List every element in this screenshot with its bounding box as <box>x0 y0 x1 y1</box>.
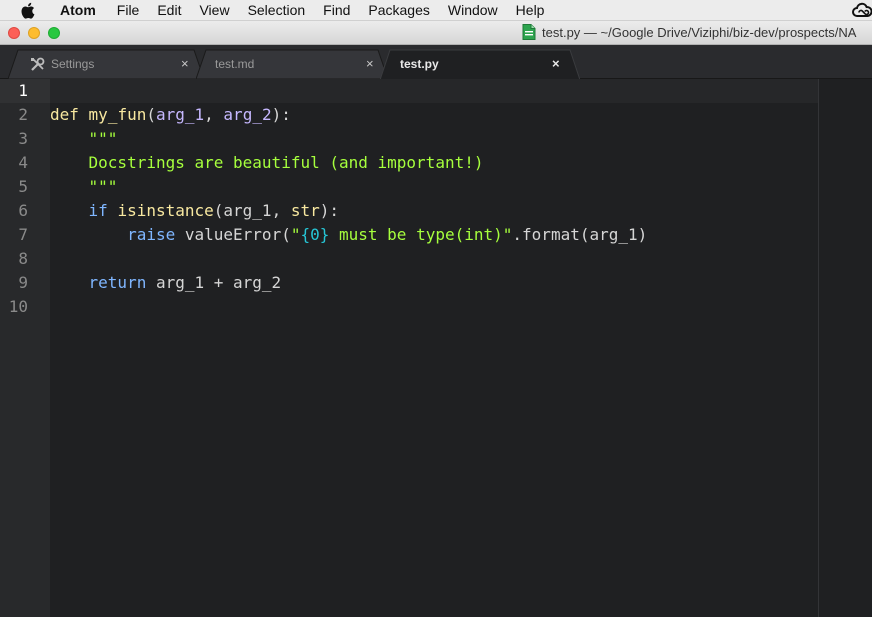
code-line[interactable]: """ <box>50 175 118 199</box>
code-token: my_fun <box>88 105 147 124</box>
tab-test-py-label: test.py <box>400 57 439 71</box>
code-token: {0} <box>300 225 330 244</box>
tab-bar: Settings × test.md × test.py × <box>0 45 872 79</box>
code-token: Docstrings are beautiful (and important!… <box>88 153 484 172</box>
menu-help[interactable]: Help <box>507 0 554 21</box>
code-token: ( <box>146 105 156 124</box>
code-token: """ <box>88 177 118 196</box>
close-window-button[interactable] <box>8 27 20 39</box>
tab-settings-close-icon[interactable]: × <box>181 56 189 71</box>
line-number[interactable]: 6 <box>0 199 28 223</box>
code-token: arg_2 <box>223 105 272 124</box>
tab-test-md[interactable]: test.md × <box>196 49 388 79</box>
code-token: ): <box>319 201 339 220</box>
code-editor[interactable]: 1 2 3 4 5 6 7 8 9 10 def my_fun(arg_1, arg_2): ""… <box>0 79 872 617</box>
window-title: test.py — ~/Google Drive/Viziphi/biz-dev… <box>522 24 856 40</box>
menu-view[interactable]: View <box>190 0 238 21</box>
code-token: """ <box>88 129 118 148</box>
code-line[interactable]: raise valueError("{0} must be type(int)"… <box>50 223 647 247</box>
minimize-window-button[interactable] <box>28 27 40 39</box>
apple-logo-icon[interactable] <box>20 1 38 19</box>
tools-icon <box>30 57 45 72</box>
python-file-icon <box>522 24 536 40</box>
current-line-highlight <box>50 79 818 103</box>
code-token: , <box>204 105 224 124</box>
code-token: return <box>88 273 147 292</box>
zoom-window-button[interactable] <box>48 27 60 39</box>
code-line[interactable]: """ <box>50 127 118 151</box>
line-number[interactable]: 9 <box>0 271 28 295</box>
code-line[interactable]: Docstrings are beautiful (and important!… <box>50 151 484 175</box>
line-number[interactable]: 1 <box>0 79 28 103</box>
code-token: .format(arg_1) <box>512 225 648 244</box>
code-token: if <box>88 201 108 220</box>
code-line[interactable]: if isinstance(arg_1, str): <box>50 199 339 223</box>
code-token: ): <box>271 105 291 124</box>
window-title-text: test.py — ~/Google Drive/Viziphi/biz-dev… <box>542 24 857 40</box>
code-line[interactable]: return arg_1 + arg_2 <box>50 271 282 295</box>
line-number[interactable]: 7 <box>0 223 28 247</box>
menu-window[interactable]: Window <box>439 0 507 21</box>
code-token: arg_1 + arg_2 <box>146 273 282 292</box>
wrap-guide <box>818 79 819 617</box>
line-number[interactable]: 3 <box>0 127 28 151</box>
window-title-bar[interactable]: test.py — ~/Google Drive/Viziphi/biz-dev… <box>0 21 872 45</box>
menu-app-name[interactable]: Atom <box>52 0 108 21</box>
menu-bar: Atom File Edit View Selection Find Packa… <box>0 0 872 21</box>
code-token: arg_1 <box>155 105 205 124</box>
tab-test-py[interactable]: test.py × <box>380 49 580 79</box>
menu-edit[interactable]: Edit <box>148 0 190 21</box>
code-token: valueError( <box>175 225 291 244</box>
tab-test-md-label: test.md <box>215 57 255 71</box>
code-token: raise <box>127 225 176 244</box>
tab-test-md-close-icon[interactable]: × <box>366 56 374 71</box>
menu-find[interactable]: Find <box>314 0 359 21</box>
line-number[interactable]: 8 <box>0 247 28 271</box>
code-token: isinstance <box>117 201 214 220</box>
tab-settings[interactable]: Settings × <box>8 49 204 79</box>
creative-cloud-icon[interactable] <box>852 2 872 19</box>
menu-file[interactable]: File <box>108 0 149 21</box>
tab-settings-label: Settings <box>51 57 95 71</box>
menu-packages[interactable]: Packages <box>359 0 438 21</box>
code-line[interactable]: def my_fun(arg_1, arg_2): <box>50 103 291 127</box>
tab-test-py-close-icon[interactable]: × <box>552 56 560 71</box>
code-token: str <box>290 201 320 220</box>
line-number[interactable]: 2 <box>0 103 28 127</box>
line-number[interactable]: 5 <box>0 175 28 199</box>
code-token: must be type(int)" <box>329 225 513 244</box>
code-token: def <box>50 105 79 124</box>
code-token: (arg_1, <box>213 201 291 220</box>
line-number[interactable]: 10 <box>0 295 28 319</box>
menu-selection[interactable]: Selection <box>239 0 315 21</box>
line-number[interactable]: 4 <box>0 151 28 175</box>
